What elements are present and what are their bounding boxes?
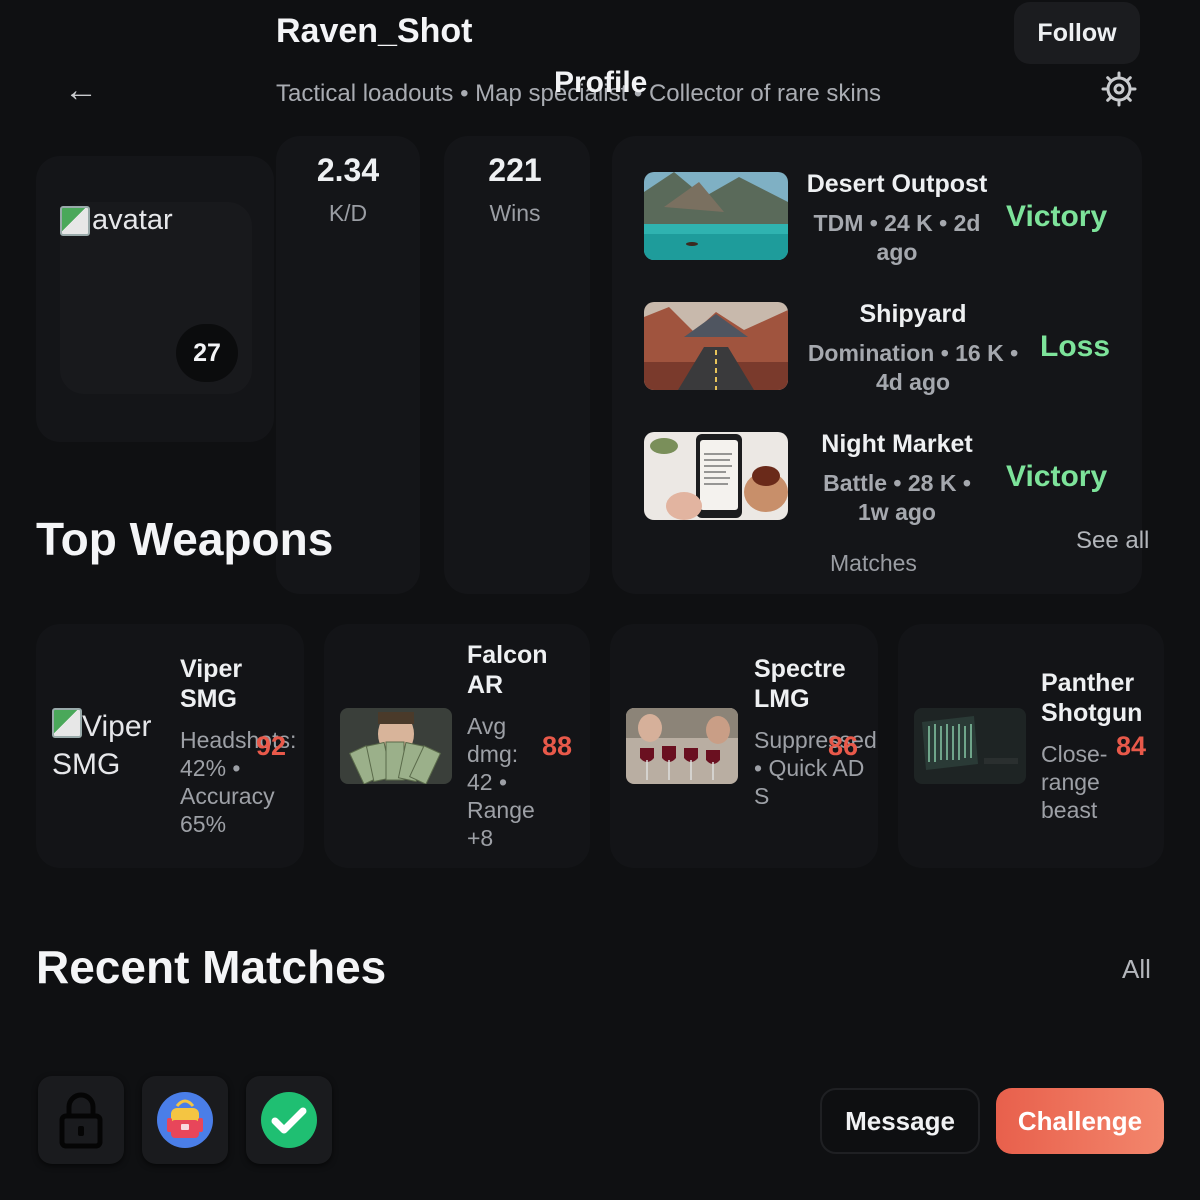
match-result: Victory: [1006, 460, 1108, 493]
match-meta: TDM • 24 K • 2d ago: [813, 210, 981, 265]
page-title: Profile: [554, 66, 648, 99]
weapon-score: 84: [1116, 731, 1147, 761]
matches-caption: Matches: [830, 550, 917, 576]
weapon-score: 86: [828, 731, 859, 761]
match-name: Desert Outpost: [806, 170, 988, 198]
match-meta: Battle • 28 K • 1w ago: [823, 470, 971, 525]
weapon-score: 92: [256, 731, 287, 761]
match-name: Night Market: [821, 430, 973, 458]
see-all-link[interactable]: See all: [1076, 527, 1149, 555]
check-circle-icon[interactable]: [246, 1076, 332, 1164]
weapon-name: Falcon AR: [467, 641, 548, 699]
wins-label: Wins: [489, 200, 541, 226]
match-thumbnail[interactable]: [644, 302, 788, 390]
weapon-name: Panther Shotgun: [1041, 669, 1143, 727]
top-weapons-title: Top Weapons: [36, 513, 334, 565]
kd-label: K/D: [328, 200, 368, 226]
back-arrow-icon[interactable]: ←: [64, 70, 98, 110]
backpack-icon[interactable]: [142, 1076, 228, 1164]
avatar-alt-label: avatar: [92, 204, 173, 236]
match-result: Victory: [1006, 200, 1108, 233]
username: Raven_Shot: [276, 12, 473, 50]
weapon-image: [340, 708, 452, 784]
all-link[interactable]: All: [1122, 954, 1151, 985]
weapon-desc: Avg dmg: 42 • Range +8: [467, 713, 535, 851]
follow-button[interactable]: Follow: [1014, 2, 1140, 64]
kd-value: 2.34: [316, 152, 380, 188]
weapon-image: [914, 708, 1026, 784]
avatar-alt-text: avatar: [60, 204, 173, 237]
weapon-desc: Close-range beast: [1041, 741, 1108, 823]
weapon-name: Viper SMG: [180, 655, 243, 713]
lock-icon[interactable]: [38, 1076, 124, 1164]
wins-value: 221: [488, 152, 542, 188]
weapon-desc: Suppressed • Quick ADS: [754, 727, 877, 809]
weapon-name: Spectre LMG: [754, 655, 846, 713]
level-badge: 27: [176, 324, 238, 382]
recent-matches-title: Recent Matches: [36, 941, 387, 993]
match-thumbnail[interactable]: [644, 172, 788, 260]
weapon-image-alt: Viper SMG: [52, 708, 182, 784]
weapon-image: [626, 708, 738, 784]
weapon-score: 88: [542, 731, 573, 761]
match-result: Loss: [1040, 330, 1111, 363]
broken-image-icon: [60, 205, 90, 236]
match-thumbnail[interactable]: [644, 432, 788, 520]
match-meta: Domination • 16 K • 4d ago: [807, 340, 1019, 395]
gear-icon[interactable]: [1100, 70, 1138, 108]
broken-image-icon: [52, 708, 82, 738]
match-name: Shipyard: [859, 300, 967, 328]
challenge-button[interactable]: Challenge: [996, 1088, 1164, 1154]
message-button[interactable]: Message: [820, 1088, 980, 1154]
